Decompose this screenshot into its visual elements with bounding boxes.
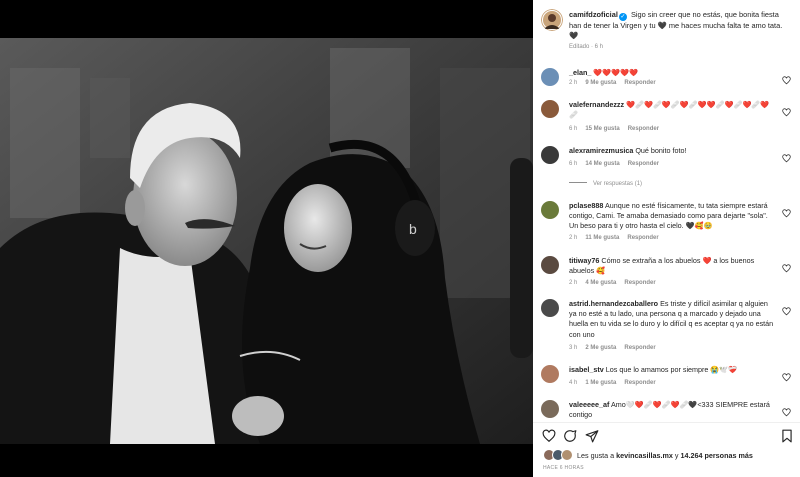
comment-body: astrid.hernandezcaballero Es triste y di…	[569, 299, 777, 340]
commenter-avatar[interactable]	[541, 100, 559, 118]
comment-body: titiway76 Cómo se extraña a los abuelos …	[569, 256, 777, 276]
comment-body: valefernandezzz ❤️🩹❤️🩹❤️🩹❤️🩹❤️❤️🩹❤️🩹❤️🩹❤…	[569, 100, 777, 120]
commenter-avatar[interactable]	[541, 146, 559, 164]
comment-username[interactable]: isabel_stv	[569, 365, 604, 374]
comment-body: pclase888 Aunque no esté físicamente, tu…	[569, 201, 777, 232]
comment-meta: 2 h 11 Me gusta Responder	[569, 235, 667, 241]
comment-icon[interactable]	[563, 429, 577, 443]
share-icon[interactable]	[585, 429, 599, 443]
commenter-avatar[interactable]	[541, 299, 559, 317]
comment-meta: 3 h 2 Me gusta Responder	[569, 345, 664, 351]
comment-likes[interactable]: 4 Me gusta	[585, 280, 616, 286]
comment-time: 3 h	[569, 345, 578, 351]
post-caption: camifdzoficial ✓ Sigo sin creer que no es…	[533, 0, 800, 58]
comment-username[interactable]: pclase888	[569, 201, 603, 210]
commenter-avatar[interactable]	[541, 256, 559, 274]
reply-button[interactable]: Responder	[627, 235, 658, 241]
comment-likes[interactable]: 14 Me gusta	[585, 161, 619, 167]
likes-summary: Les gusta a kevincasillas.mx y 14.264 pe…	[543, 449, 798, 463]
author-username[interactable]: camifdzoficial	[569, 10, 618, 19]
heart-icon[interactable]	[782, 72, 791, 85]
comment-meta: 2 h 4 Me gusta Responder	[569, 280, 664, 286]
comments-list[interactable]: _elan_ ❤️❤️❤️❤️❤️ 2 h 9 Me gusta Responder v…	[533, 60, 800, 422]
author-avatar[interactable]	[541, 9, 563, 31]
comment-body: alexramirezmusica Qué bonito foto!	[569, 146, 777, 156]
comment-username[interactable]: valeeeee_af	[569, 400, 609, 409]
commenter-avatar[interactable]	[541, 201, 559, 219]
svg-text:b: b	[409, 221, 417, 237]
comment-likes[interactable]: 1 Me gusta	[585, 380, 616, 386]
instagram-post-viewer: b camifdzoficial ✓ Sigo sin creer que no …	[0, 0, 800, 477]
comment-text: Los que lo amamos por siempre 😭🕊️❤️‍🩹	[603, 365, 738, 374]
comment-time: 2 h	[569, 80, 578, 86]
comment-body: valeeeee_af Amo🤍❤️🩹❤️🩹❤️🩹🖤<333 SIEMPRE e…	[569, 400, 777, 420]
comment-time: 4 h	[569, 380, 578, 386]
reply-button[interactable]: Responder	[624, 380, 655, 386]
comment-username[interactable]: alexramirezmusica	[569, 146, 633, 155]
likes-mid: y	[672, 451, 681, 460]
post-photo[interactable]: b	[0, 38, 533, 444]
divider	[533, 422, 800, 423]
comment-time: 2 h	[569, 235, 578, 241]
comment-meta: 6 h 15 Me gusta Responder	[569, 126, 667, 132]
comment-text: Qué bonito foto!	[633, 146, 687, 155]
verified-icon: ✓	[618, 13, 627, 21]
heart-icon[interactable]	[782, 404, 791, 417]
view-replies-button[interactable]: Ver respuestas (1)	[569, 181, 642, 187]
likes-count[interactable]: 14.264 personas más	[681, 451, 753, 460]
comment-likes[interactable]: 11 Me gusta	[585, 235, 619, 241]
heart-icon[interactable]	[782, 303, 791, 316]
comment-likes[interactable]: 2 Me gusta	[585, 345, 616, 351]
comment-likes[interactable]: 9 Me gusta	[585, 80, 616, 86]
heart-icon[interactable]	[542, 429, 556, 443]
post-side-panel: camifdzoficial ✓ Sigo sin creer que no es…	[533, 0, 800, 477]
comment-meta: 6 h 14 Me gusta Responder	[569, 161, 667, 167]
comment-time: 2 h	[569, 280, 578, 286]
comment-time: 6 h	[569, 126, 578, 132]
comment-username[interactable]: titiway76	[569, 256, 599, 265]
comment-username[interactable]: valefernandezzz	[569, 100, 624, 109]
post-time: HACE 6 HORAS	[543, 465, 584, 471]
likes-text[interactable]: Les gusta a kevincasillas.mx y 14.264 pe…	[577, 451, 753, 460]
heart-icon[interactable]	[782, 260, 791, 273]
reply-button[interactable]: Responder	[624, 280, 655, 286]
comment-meta: 4 h 1 Me gusta Responder	[569, 380, 664, 386]
comment-text: ❤️❤️❤️❤️❤️	[591, 68, 639, 77]
bookmark-icon[interactable]	[780, 429, 794, 443]
comment-meta: 2 h 9 Me gusta Responder	[569, 80, 664, 86]
comment-time: 6 h	[569, 161, 578, 167]
heart-icon[interactable]	[782, 104, 791, 117]
commenter-avatar[interactable]	[541, 365, 559, 383]
comment-body: _elan_ ❤️❤️❤️❤️❤️	[569, 68, 777, 78]
reply-button[interactable]: Responder	[624, 345, 655, 351]
comment-username[interactable]: _elan_	[569, 68, 591, 77]
comment-likes[interactable]: 15 Me gusta	[585, 126, 619, 132]
commenter-avatar[interactable]	[541, 400, 559, 418]
comment-body: isabel_stv Los que lo amamos por siempre…	[569, 365, 777, 375]
liker-avatar[interactable]	[561, 449, 573, 461]
heart-icon[interactable]	[782, 205, 791, 218]
reply-button[interactable]: Responder	[624, 80, 655, 86]
likes-prefix: Les gusta a	[577, 451, 617, 460]
reply-button[interactable]: Responder	[628, 161, 659, 167]
heart-icon[interactable]	[782, 150, 791, 163]
action-bar	[533, 426, 800, 446]
likes-user[interactable]: kevincasillas.mx	[616, 451, 673, 460]
comment-username[interactable]: astrid.hernandezcaballero	[569, 299, 658, 308]
reply-button[interactable]: Responder	[628, 126, 659, 132]
commenter-avatar[interactable]	[541, 68, 559, 86]
caption-text: camifdzoficial ✓ Sigo sin creer que no es…	[569, 10, 791, 42]
heart-icon[interactable]	[782, 369, 791, 382]
caption-meta: Editado · 6 h	[569, 44, 604, 50]
